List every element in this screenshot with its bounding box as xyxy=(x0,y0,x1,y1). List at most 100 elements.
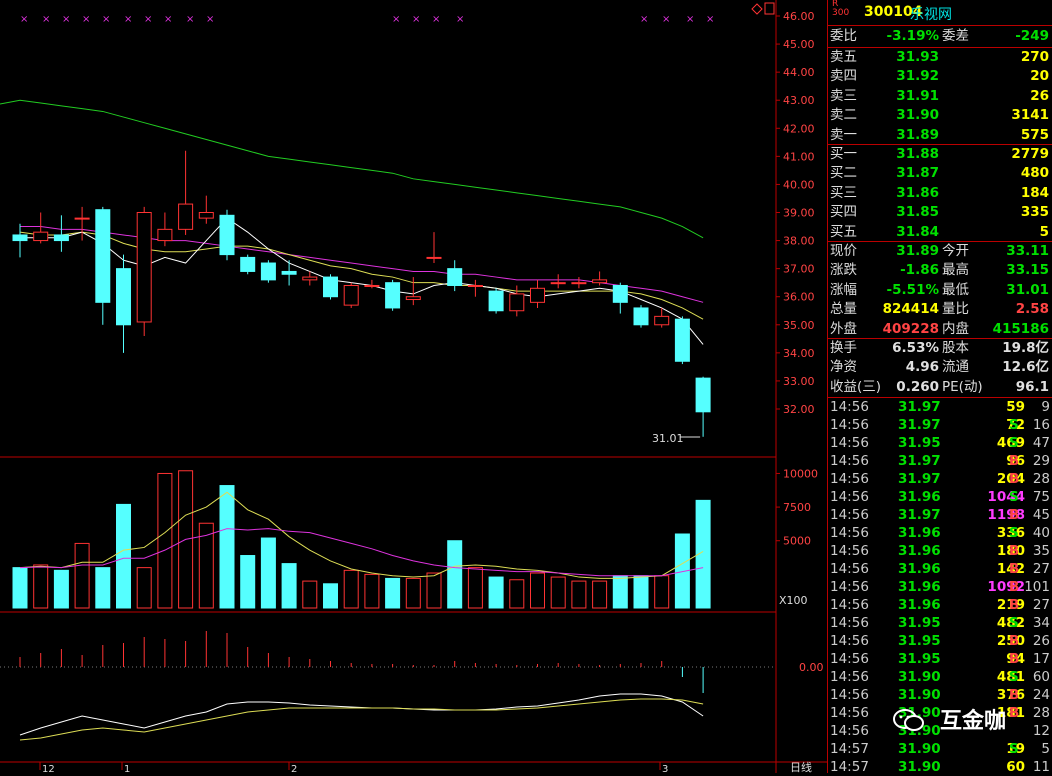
ask-price: 31.89 xyxy=(896,126,939,143)
signal-marker: × xyxy=(432,14,440,25)
quote-row: 涨幅 -5.51% 最低 31.01 xyxy=(828,281,1052,300)
quote-label: 最高 xyxy=(942,262,969,279)
candle xyxy=(95,206,111,325)
tick-row: 14:56 31.96 142 B 27 xyxy=(828,560,1052,578)
candle xyxy=(74,206,90,241)
price-tick-label: 37.00 xyxy=(783,263,815,276)
tick-side: S xyxy=(1009,489,1019,505)
ask-volume: 3141 xyxy=(1011,107,1049,124)
quote-label: 总量 xyxy=(830,301,857,318)
price-tick-label: 35.00 xyxy=(783,319,815,332)
volume-bar xyxy=(343,569,359,609)
candle xyxy=(467,279,483,297)
tick-count: 101 xyxy=(1024,579,1050,595)
quote-label: 最低 xyxy=(942,281,969,298)
volume-bars xyxy=(12,470,711,609)
ask-row: 卖五 31.93 270 xyxy=(828,48,1052,67)
quote-label: 今开 xyxy=(942,243,969,259)
indicator-line-slow xyxy=(19,698,704,741)
candle xyxy=(219,209,235,261)
tick-price: 31.97 xyxy=(898,417,941,433)
quote-label: 内盘 xyxy=(942,320,969,337)
ask-volume: 270 xyxy=(1020,49,1049,65)
candle xyxy=(12,223,28,258)
quote-label: 量比 xyxy=(942,301,969,318)
candle xyxy=(612,282,628,314)
signal-marker: × xyxy=(144,14,152,25)
tick-time: 14:56 xyxy=(830,525,869,541)
candle xyxy=(260,260,276,283)
date-label: 1 xyxy=(124,764,130,773)
fundamental-value: 0.260 xyxy=(896,378,939,395)
ask-row: 卖一 31.89 575 xyxy=(828,126,1052,145)
signal-marker: × xyxy=(640,14,648,25)
tick-time: 14:56 xyxy=(830,543,869,559)
tick-row: 14:56 31.95 94 B 17 xyxy=(828,650,1052,668)
tick-side: B xyxy=(1009,507,1020,523)
bid-row: 买三 31.86 184 xyxy=(828,184,1052,203)
fundamental-row: 换手 6.53% 股本 19.8亿 xyxy=(828,339,1052,358)
candle xyxy=(530,279,545,308)
signal-marker: × xyxy=(662,14,670,25)
signal-marker: × xyxy=(42,14,50,25)
tick-side: B xyxy=(1009,687,1020,703)
signal-marker: × xyxy=(392,14,400,25)
candle xyxy=(426,232,442,264)
quote-value: 415186 xyxy=(992,320,1049,337)
ask-row: 卖四 31.92 20 xyxy=(828,67,1052,86)
bid-price: 31.84 xyxy=(896,223,939,240)
watermark-text: 互金咖 xyxy=(940,709,1007,734)
tick-count: 35 xyxy=(1032,543,1050,559)
volume-bar xyxy=(530,572,545,609)
volume-bar xyxy=(33,564,49,609)
tick-side: B xyxy=(1009,453,1020,469)
signal-marker: × xyxy=(206,14,214,25)
ask-price: 31.90 xyxy=(896,107,939,124)
bid-label: 买三 xyxy=(830,184,857,201)
fundamental-value: 96.1 xyxy=(1015,378,1049,395)
signal-marker: × xyxy=(186,14,194,25)
price-tick-label: 38.00 xyxy=(783,235,815,248)
period-label[interactable]: 日线 xyxy=(790,760,812,773)
bid-price: 31.87 xyxy=(896,165,939,182)
tick-count: 12 xyxy=(1032,723,1050,739)
bid-row: 买五 31.84 5 xyxy=(828,223,1052,242)
stock-name[interactable]: 乐视网 xyxy=(910,4,952,24)
quote-label: 外盘 xyxy=(830,320,857,337)
kline-chart[interactable]: 46.00 45.00 44.00 43.00 42.00 41.00 40.00 39.00… xyxy=(0,0,827,773)
tick-count: 27 xyxy=(1032,597,1050,613)
tick-time: 14:57 xyxy=(830,759,869,775)
ask-row: 卖二 31.90 3141 xyxy=(828,106,1052,125)
bid-price: 31.85 xyxy=(896,204,939,221)
fundamental-value: 6.53% xyxy=(892,340,939,356)
ask-label: 卖一 xyxy=(830,126,857,143)
quote-row: 外盘 409228 内盘 415186 xyxy=(828,320,1052,339)
fundamental-row: 净资 4.96 流通 12.6亿 xyxy=(828,358,1052,377)
quote-value: -1.86 xyxy=(900,262,939,279)
ask-label: 卖五 xyxy=(830,49,857,65)
tick-row: 14:56 31.95 482 S 34 xyxy=(828,614,1052,632)
tick-side: S xyxy=(1009,669,1019,685)
candle xyxy=(385,279,401,311)
candle xyxy=(240,254,256,275)
tick-count: 9 xyxy=(1041,399,1050,415)
candle xyxy=(157,212,173,247)
tick-side: B xyxy=(1009,705,1020,721)
bid-volume: 335 xyxy=(1020,204,1049,221)
tick-count: 24 xyxy=(1032,687,1050,703)
price-tick-label: 39.00 xyxy=(783,207,815,220)
volume-tick-label: 7500 xyxy=(783,501,811,514)
signal-marker: × xyxy=(164,14,172,25)
candles xyxy=(12,150,711,437)
tick-row: 14:56 31.96 219 B 27 xyxy=(828,596,1052,614)
window-icons[interactable] xyxy=(751,2,775,15)
volume-bar xyxy=(364,573,380,609)
quote-value: 31.89 xyxy=(896,243,939,259)
bid-row: 买四 31.85 335 xyxy=(828,203,1052,222)
price-tick-label: 36.00 xyxy=(783,291,815,304)
ask-row: 卖三 31.91 26 xyxy=(828,87,1052,106)
tick-time: 14:56 xyxy=(830,723,869,739)
tick-side: B xyxy=(1009,543,1020,559)
tick-side: B xyxy=(1009,651,1020,667)
tick-price: 31.97 xyxy=(898,399,941,415)
